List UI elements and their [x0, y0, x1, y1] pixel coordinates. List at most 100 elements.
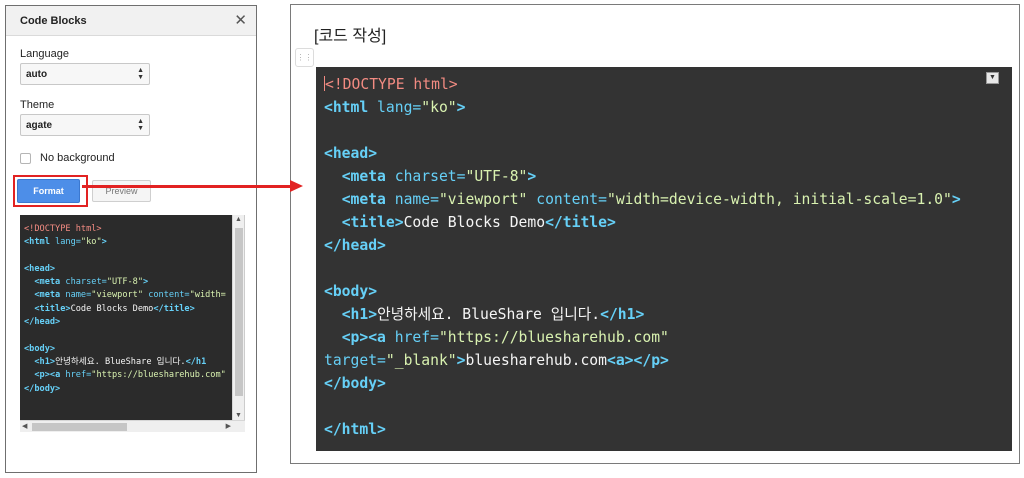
code-line: </body> [24, 383, 229, 396]
code-token: <html [24, 237, 50, 248]
code-token: <a [368, 329, 386, 346]
code-token: charset= [385, 168, 466, 185]
code-token: <head> [24, 263, 56, 274]
code-line: <title>Code Blocks Demo</title> [324, 211, 992, 234]
code-token: > [951, 191, 961, 208]
code-token: <!DOCTYPE html> [24, 224, 102, 234]
code-token: <meta [34, 277, 61, 288]
code-token: <title> [34, 303, 71, 314]
no-background-row[interactable]: No background [20, 152, 115, 164]
code-line: <h1>안녕하세요. BlueShare 입니다.</h1 [24, 356, 229, 369]
code-token: <body> [24, 343, 56, 354]
code-token: </p> [633, 352, 669, 369]
code-token: "ko" [421, 99, 457, 116]
preview-button[interactable]: Preview [92, 180, 151, 202]
red-arrow-line [82, 185, 292, 188]
code-token: lang= [49, 237, 81, 248]
code-token: </html> [324, 421, 386, 438]
code-token: bluesharehub.com [465, 352, 607, 369]
code-block[interactable]: <!DOCTYPE html> <html lang="ko"> <head> <… [316, 67, 1012, 451]
code-token: </body> [24, 383, 61, 394]
format-highlight-box [13, 175, 88, 207]
code-token: 안녕하세요. BlueShare 입니다. [55, 356, 186, 367]
code-token: "UTF-8" [106, 277, 144, 288]
code-token: > [456, 352, 466, 369]
scroll-down-icon[interactable]: ▼ [235, 412, 242, 419]
code-token: </title> [545, 214, 616, 231]
red-arrow-head-icon [290, 180, 303, 192]
code-line: <html lang="ko"> [24, 236, 229, 249]
code-line: <title>Code Blocks Demo</title> [24, 303, 229, 316]
code-token: name= [385, 191, 439, 208]
close-icon[interactable]: ✕ [234, 13, 247, 28]
horizontal-scrollbar[interactable]: ◀ ▶ [20, 420, 245, 432]
code-token: lang= [368, 99, 422, 116]
code-token: "viewport" [91, 290, 144, 301]
code-token: "_blank" [385, 352, 457, 369]
code-line: <meta name="viewport" content="width= [24, 289, 229, 302]
code-line: <body> [24, 343, 229, 356]
code-token: <title> [341, 214, 404, 231]
code-token: href= [385, 329, 439, 346]
code-line: <meta name="viewport" content="width=dev… [324, 188, 992, 211]
select-arrows-icon: ▲ ▼ [137, 118, 144, 132]
scroll-left-icon[interactable]: ◀ [22, 422, 27, 430]
code-token: "ko" [80, 237, 102, 248]
code-preview-area: <!DOCTYPE html> <html lang="ko"> <head> <… [20, 215, 245, 432]
no-background-checkbox[interactable] [20, 152, 31, 164]
code-token: </head> [324, 237, 386, 254]
code-line: <html lang="ko"> [324, 96, 992, 119]
code-line: <head> [324, 142, 992, 165]
language-label: Language [20, 48, 69, 60]
code-line: <!DOCTYPE html> [324, 73, 992, 96]
code-token: "width= [189, 290, 226, 301]
document-heading: [코드 작성] [314, 28, 387, 45]
code-token: "viewport" [438, 191, 528, 208]
theme-select[interactable]: agate ▲ ▼ [20, 114, 150, 136]
code-token: <meta [341, 191, 386, 208]
code-token: content= [143, 290, 190, 301]
vertical-scrollbar[interactable]: ▲ ▼ [232, 215, 244, 420]
code-token: <meta [341, 168, 386, 185]
code-token: <body> [324, 283, 378, 300]
code-line: target="_blank">bluesharehub.com<a></p> [324, 349, 992, 372]
code-block-menu-icon[interactable]: ▼ [986, 72, 999, 84]
code-token: > [456, 99, 466, 116]
code-token: </head> [24, 317, 61, 328]
code-line: <meta charset="UTF-8"> [24, 276, 229, 289]
language-select[interactable]: auto ▲ ▼ [20, 63, 150, 85]
code-token: <!DOCTYPE html> [325, 76, 458, 93]
code-token: </body> [324, 375, 386, 392]
code-token: "width=device-width, initial-scale=1.0" [607, 191, 952, 208]
code-token: name= [60, 290, 92, 301]
theme-label: Theme [20, 99, 55, 111]
code-token: <a [49, 370, 61, 381]
code-token: > [143, 277, 149, 288]
code-blocks-panel: Code Blocks ✕ Language auto ▲ ▼ Theme aga… [5, 5, 257, 473]
code-line: </body> [324, 372, 992, 395]
drag-handle-icon[interactable]: ⋮⋮ [295, 48, 314, 67]
code-token: <h1> [341, 306, 378, 323]
scroll-up-icon[interactable]: ▲ [235, 216, 242, 223]
code-token: href= [60, 370, 92, 381]
code-line: <head> [24, 263, 229, 276]
scroll-right-icon[interactable]: ▶ [226, 422, 231, 430]
code-line: <p><a href="https://bluesharehub.com" [324, 326, 992, 349]
code-line: </head> [324, 234, 992, 257]
code-token: <head> [324, 145, 378, 162]
vertical-scroll-thumb[interactable] [235, 228, 243, 396]
code-token: </h1 [185, 356, 207, 367]
code-token: </title> [153, 303, 195, 314]
code-block-lines: <!DOCTYPE html> <html lang="ko"> <head> <… [324, 73, 992, 441]
code-token: > [527, 168, 537, 185]
horizontal-scroll-thumb[interactable] [32, 423, 127, 431]
